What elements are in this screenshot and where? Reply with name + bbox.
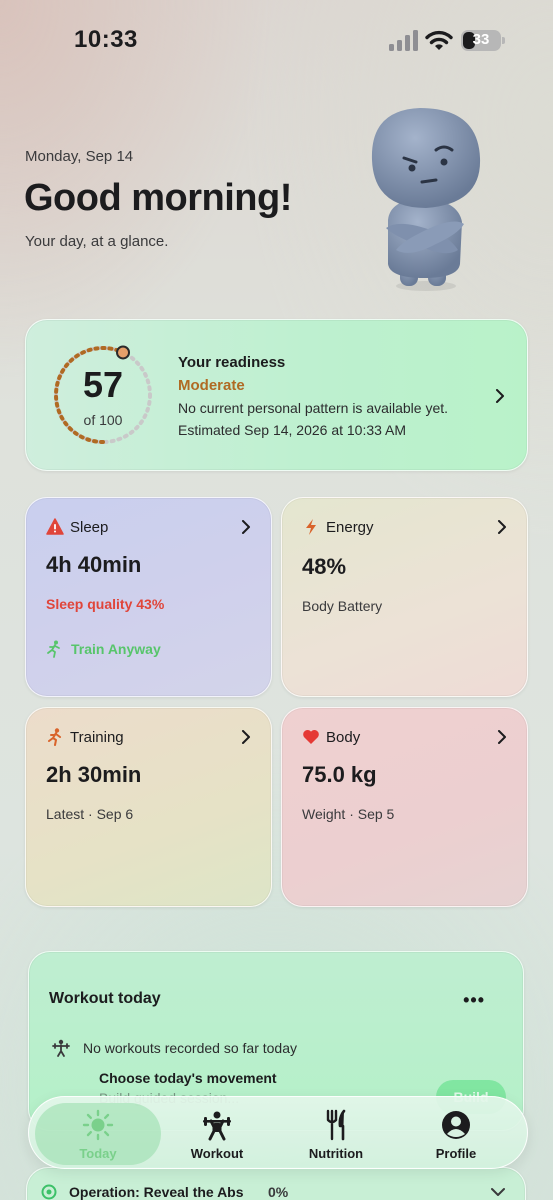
train-anyway-button[interactable]: Train Anyway [71,641,161,657]
header-date: Monday, Sep 14 [25,148,134,165]
tab-bar: Today Workout Nutrition Profile [28,1096,528,1169]
readiness-note: No current personal pattern is available… [178,400,449,416]
body-label: Body [326,729,361,746]
runner-icon [47,640,60,658]
readiness-estimate: Estimated Sep 14, 2026 at 10:33 AM [178,422,407,438]
cellular-signal-icon [389,30,418,51]
sleep-label: Sleep [70,519,109,536]
heart-icon [303,729,319,744]
sleep-duration: 4h 40min [46,552,142,577]
readiness-score: 57 [82,364,124,405]
person-icon [442,1111,470,1139]
tab-today[interactable]: Today [35,1097,161,1170]
target-icon [41,1184,57,1200]
tab-nutrition[interactable]: Nutrition [276,1097,396,1170]
workout-title: Workout today [49,990,161,1007]
battery-percent: 33 [472,31,490,48]
lightning-icon [306,519,316,535]
choose-movement-title: Choose today's movement [99,1070,277,1086]
training-sub: Latest · Sep 6 [46,806,134,822]
header-subtitle: Your day, at a glance. [25,233,169,250]
status-bar: 10:33 33 [0,0,553,80]
energy-value: 48% [302,554,347,579]
tab-workout[interactable]: Workout [157,1097,277,1170]
fork-knife-icon [326,1109,346,1141]
tab-label: Workout [190,1146,244,1161]
no-workouts-text: No workouts recorded so far today [83,1040,297,1056]
body-sub: Weight · Sep 5 [302,806,395,822]
chevron-right-icon [498,520,506,534]
training-card[interactable]: Training 2h 30min Latest · Sep 6 [25,707,272,907]
training-duration: 2h 30min [46,762,142,787]
energy-card[interactable]: Energy 48% Body Battery [281,497,528,697]
energy-label: Energy [326,519,374,536]
sun-icon [82,1109,114,1141]
more-options-button[interactable]: ••• [463,990,485,1011]
tab-label: Profile [435,1146,477,1161]
chevron-down-icon [491,1188,505,1196]
body-weight: 75.0 kg [302,762,377,787]
tab-label: Nutrition [308,1146,364,1161]
sleep-quality: Sleep quality 43% [46,596,165,612]
chevron-right-icon [496,389,504,403]
goal-label: Operation: Reveal the Abs [69,1184,244,1200]
mascot-figure [371,108,481,291]
chevron-right-icon [242,730,250,744]
warning-icon [46,518,64,535]
status-time: 10:33 [74,26,138,53]
runner-icon [48,728,61,746]
readiness-title: Your readiness [178,354,286,371]
readiness-level: Moderate [178,377,245,394]
wifi-icon [425,30,453,50]
training-label: Training [70,729,124,746]
readiness-card[interactable]: 57 of 100 Your readiness Moderate No cur… [25,319,528,471]
weightlifter-icon [52,1039,70,1057]
goal-card[interactable]: Operation: Reveal the Abs 0% [26,1167,526,1200]
readiness-scale: of 100 [83,412,123,428]
chevron-right-icon [242,520,250,534]
energy-sub: Body Battery [302,598,383,614]
battery-icon: 33 [461,30,507,51]
body-card[interactable]: Body 75.0 kg Weight · Sep 5 [281,707,528,907]
goal-percent: 0% [268,1184,289,1200]
page-title: Good morning! [24,177,292,219]
sleep-card[interactable]: Sleep 4h 40min Sleep quality 43% Train A… [25,497,272,697]
chevron-right-icon [498,730,506,744]
weightlifter-icon [203,1111,231,1141]
tab-profile[interactable]: Profile [396,1097,516,1170]
tab-label: Today [79,1146,117,1161]
